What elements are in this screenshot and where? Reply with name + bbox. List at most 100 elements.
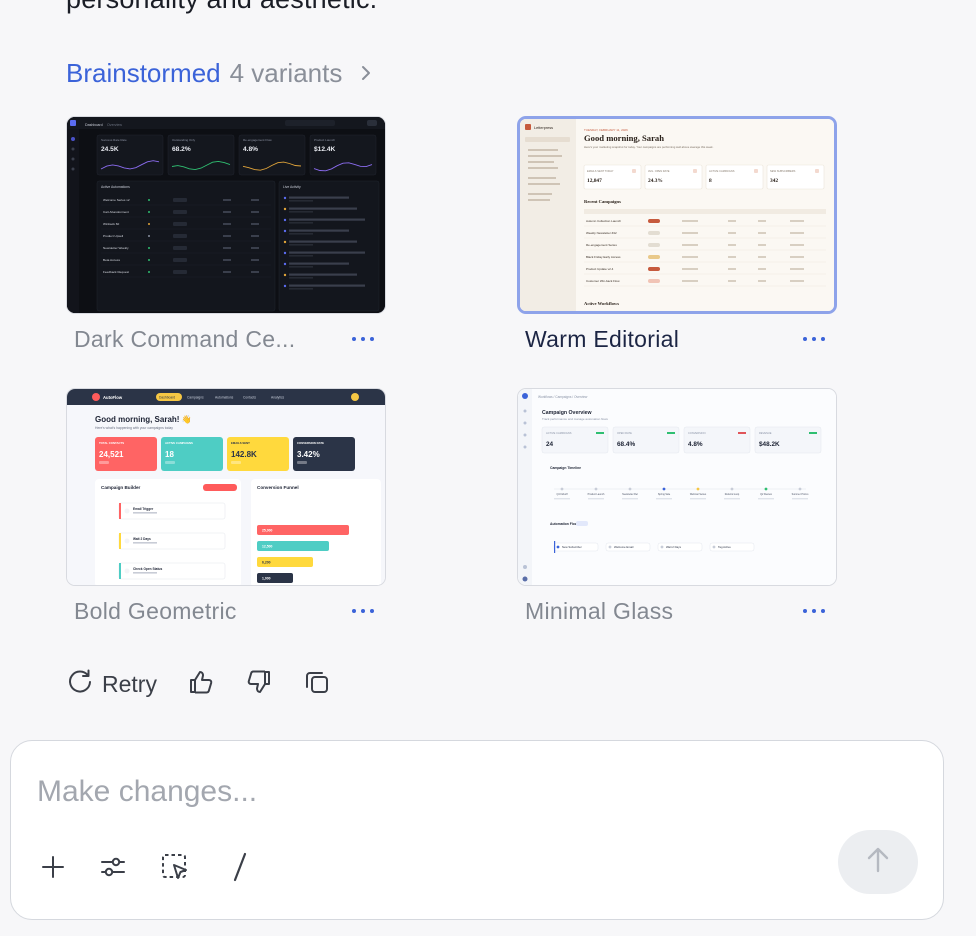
- svg-text:Letterpress: Letterpress: [534, 126, 553, 130]
- svg-text:24,521: 24,521: [99, 450, 124, 459]
- svg-text:NEW SUBSCRIBERS: NEW SUBSCRIBERS: [770, 169, 796, 173]
- copy-icon: [303, 668, 331, 701]
- svg-text:Conversion Funnel: Conversion Funnel: [257, 485, 299, 490]
- svg-text:TUESDAY, FEBRUARY 11, 2026: TUESDAY, FEBRUARY 11, 2026: [584, 128, 628, 132]
- svg-text:Product Launch: Product Launch: [314, 138, 335, 142]
- retry-button[interactable]: Retry: [66, 667, 157, 701]
- svg-text:ACTIVE CAMPAIGNS: ACTIVE CAMPAIGNS: [709, 169, 735, 173]
- svg-text:68.4%: 68.4%: [617, 441, 635, 448]
- more-options-button[interactable]: [348, 603, 378, 619]
- svg-text:Winback 60: Winback 60: [103, 222, 119, 226]
- svg-text:Welcome Series v2: Welcome Series v2: [103, 198, 130, 202]
- retry-label: Retry: [102, 670, 157, 697]
- slash-command-button[interactable]: [222, 851, 258, 887]
- send-button[interactable]: [838, 830, 918, 894]
- variant-title: Bold Geometric: [74, 597, 237, 624]
- svg-text:Live Activity: Live Activity: [283, 185, 301, 189]
- svg-text:REVENUE: REVENUE: [759, 431, 772, 435]
- svg-text:342: 342: [770, 178, 778, 184]
- more-options-button[interactable]: [348, 331, 378, 347]
- svg-text:OPEN RATE: OPEN RATE: [617, 431, 632, 435]
- svg-text:New Subscriber: New Subscriber: [562, 545, 582, 549]
- arrow-up-icon: [865, 845, 891, 880]
- svg-text:Q2 Review: Q2 Review: [760, 493, 772, 496]
- variant-title: Warm Editorial: [525, 325, 680, 352]
- plus-icon: [40, 854, 66, 885]
- brainstorm-toggle[interactable]: Brainstormed 4 variants: [66, 56, 372, 90]
- more-options-button[interactable]: [799, 603, 829, 619]
- svg-text:Cart Abandonment: Cart Abandonment: [103, 210, 129, 214]
- svg-text:Success Rate Rate: Success Rate Rate: [101, 138, 127, 142]
- svg-text:Wait 2 Days: Wait 2 Days: [666, 545, 682, 549]
- svg-text:Here's what's happening with y: Here's what's happening with your campai…: [95, 426, 173, 430]
- variant-thumbnail[interactable]: Workflows / Campaigns / Overview Campaig…: [517, 388, 837, 586]
- svg-text:Campaigns: Campaigns: [187, 396, 204, 400]
- add-attachment-button[interactable]: [35, 851, 71, 887]
- svg-text:Good morning, Sarah: Good morning, Sarah: [584, 133, 664, 143]
- variant-card-dark-command[interactable]: Dashboard Overview Success Rate Rate 24.5…: [66, 116, 386, 352]
- svg-text:Track performance and manage a: Track performance and manage automation …: [542, 417, 608, 421]
- svg-text:8: 8: [709, 178, 712, 184]
- more-options-button[interactable]: [799, 331, 829, 347]
- svg-text:142.8K: 142.8K: [231, 450, 257, 459]
- svg-text:Feedback Request: Feedback Request: [103, 270, 129, 274]
- variant-title: Dark Command Ce...: [74, 325, 296, 352]
- thumbs-down-button[interactable]: [245, 668, 273, 701]
- svg-text:$48.2K: $48.2K: [759, 441, 780, 448]
- svg-text:Here's your marketing snapshot: Here's your marketing snapshot for today…: [584, 145, 714, 149]
- svg-text:TOTAL CONTACTS: TOTAL CONTACTS: [99, 441, 124, 445]
- variant-thumbnail[interactable]: Dashboard Overview Success Rate Rate 24.5…: [66, 116, 386, 314]
- svg-text:CONVERSION RATE: CONVERSION RATE: [297, 441, 324, 445]
- svg-text:Contacts: Contacts: [243, 396, 256, 400]
- svg-text:24.5K: 24.5K: [101, 146, 119, 153]
- svg-text:Active Automations: Active Automations: [101, 185, 130, 189]
- variant-card-minimal-glass[interactable]: Workflows / Campaigns / Overview Campaig…: [517, 388, 837, 624]
- svg-text:Customer Win-back Flow: Customer Win-back Flow: [586, 279, 620, 283]
- variant-thumbnail[interactable]: AutoFlow Dashboard Campaigns Automations Co…: [66, 388, 386, 586]
- settings-sliders-button[interactable]: [95, 851, 131, 887]
- svg-text:Re-engagement Series: Re-engagement Series: [586, 243, 617, 247]
- svg-text:1,000: 1,000: [262, 577, 271, 581]
- variant-card-bold-geometric[interactable]: AutoFlow Dashboard Campaigns Automations Co…: [66, 388, 386, 624]
- svg-text:Black Friday Early Access: Black Friday Early Access: [586, 255, 621, 259]
- svg-text:Dashboard: Dashboard: [85, 123, 103, 127]
- variant-card-warm-editorial[interactable]: Letterpress TUESDAY, FEBRUARY 11, 2026 G…: [517, 116, 837, 352]
- svg-text:Check Open Status: Check Open Status: [133, 567, 162, 571]
- svg-text:EMAILS SENT TODAY: EMAILS SENT TODAY: [587, 169, 614, 173]
- svg-text:EMAILS SENT: EMAILS SENT: [231, 441, 250, 445]
- selection-cursor-icon: [160, 852, 190, 887]
- svg-text:Analytics: Analytics: [271, 396, 285, 400]
- svg-text:Automation Flow: Automation Flow: [550, 522, 578, 526]
- svg-text:24.3%: 24.3%: [648, 178, 663, 184]
- svg-text:4.8%: 4.8%: [688, 441, 703, 448]
- svg-text:Dashboard: Dashboard: [159, 396, 175, 400]
- copy-button[interactable]: [303, 668, 331, 701]
- svg-text:CONVERSION: CONVERSION: [688, 431, 706, 435]
- svg-text:Overview: Overview: [107, 123, 122, 127]
- refresh-icon: [66, 667, 94, 701]
- select-element-button[interactable]: [157, 851, 193, 887]
- thumbs-down-icon: [245, 668, 273, 701]
- svg-text:12,847: 12,847: [587, 178, 602, 184]
- svg-text:24: 24: [546, 441, 554, 448]
- variant-thumbnail[interactable]: Letterpress TUESDAY, FEBRUARY 11, 2026 G…: [517, 116, 837, 314]
- svg-text:18: 18: [165, 450, 174, 459]
- svg-text:ACTIVE CAMPAIGNS: ACTIVE CAMPAIGNS: [165, 441, 193, 445]
- message-actions: Retry: [66, 666, 331, 702]
- svg-text:Campaign Builder: Campaign Builder: [101, 485, 141, 490]
- svg-text:68.2%: 68.2%: [172, 146, 191, 153]
- sliders-icon: [99, 853, 127, 886]
- thumbs-up-button[interactable]: [187, 668, 215, 701]
- svg-text:12,500: 12,500: [262, 545, 272, 549]
- svg-text:Q4 Kickoff: Q4 Kickoff: [557, 493, 568, 496]
- svg-text:Recent Campaigns: Recent Campaigns: [584, 199, 621, 204]
- svg-text:Autumn Collection Launch: Autumn Collection Launch: [586, 219, 621, 223]
- thumbs-up-icon: [187, 668, 215, 701]
- svg-text:AVG. OPEN RATE: AVG. OPEN RATE: [648, 169, 670, 173]
- svg-text:Workflows / Campaigns / Ov: Workflows / Campaigns / Overview: [538, 395, 588, 399]
- variant-count: 4 variants: [229, 57, 343, 88]
- svg-text:Welcome Email: Welcome Email: [614, 545, 634, 549]
- svg-text:Summer Promo: Summer Promo: [792, 493, 809, 496]
- svg-text:Tag Active: Tag Active: [718, 545, 731, 549]
- composer-input[interactable]: [37, 767, 897, 817]
